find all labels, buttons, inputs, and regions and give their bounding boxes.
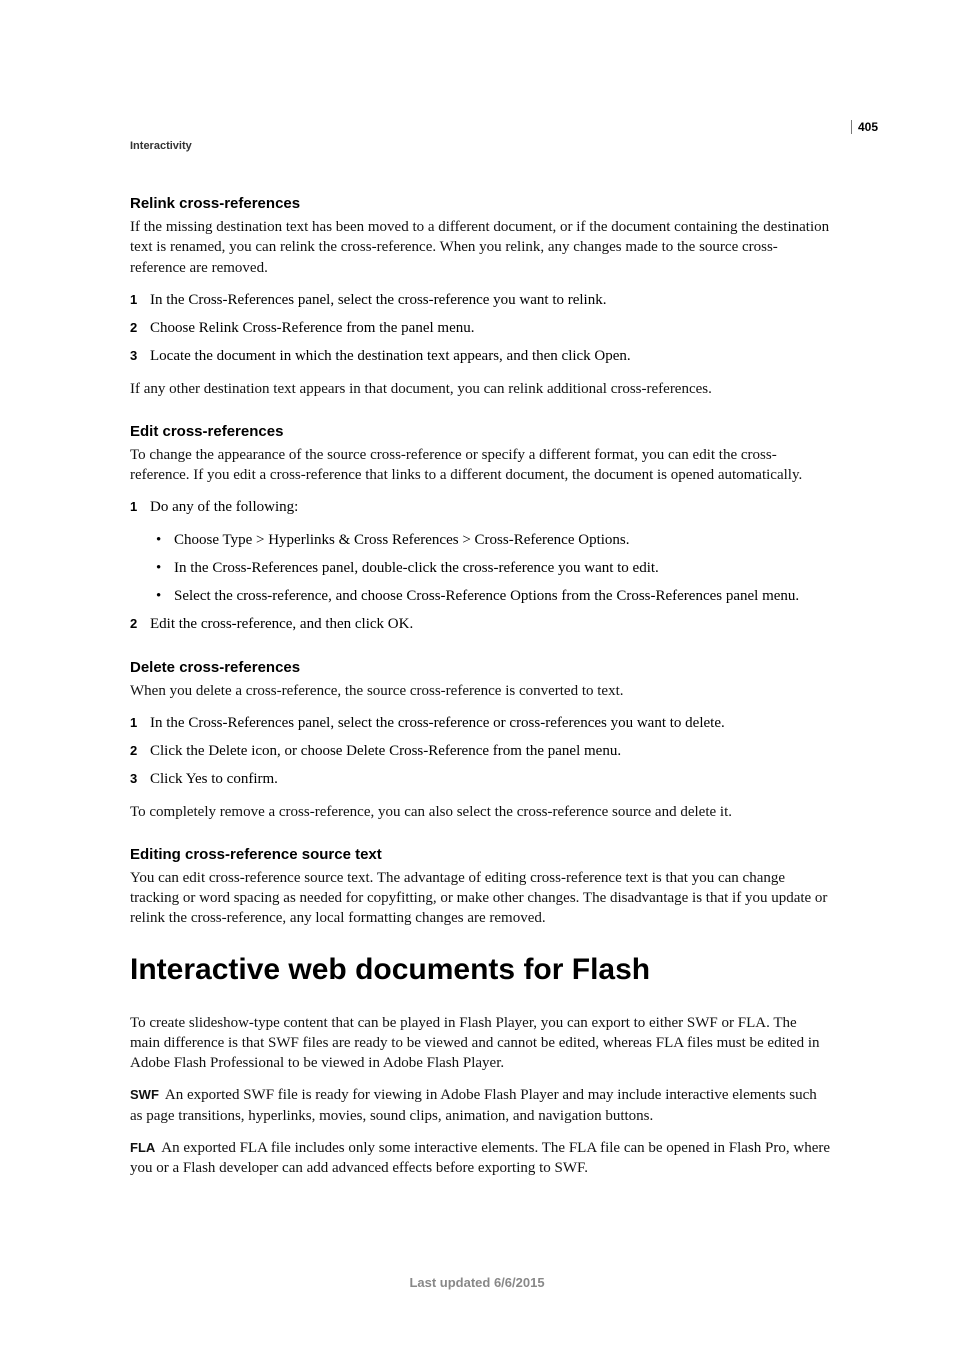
step-num: 1 (130, 497, 150, 516)
step-item: 1In the Cross-References panel, select t… (130, 713, 830, 733)
step-item: 2Choose Relink Cross-Reference from the … (130, 318, 830, 338)
subhead-relink: Relink cross-references (130, 195, 830, 212)
bullet-icon: • (156, 558, 174, 578)
step-text: Choose Relink Cross-Reference from the p… (150, 318, 475, 338)
fla-text: An exported FLA file includes only some … (130, 1140, 830, 1176)
step-item: 2Click the Delete icon, or choose Delete… (130, 741, 830, 761)
para-swf: SWFAn exported SWF file is ready for vie… (130, 1085, 830, 1126)
sub-text: In the Cross-References panel, double-cl… (174, 558, 659, 578)
section-source-text: Editing cross-reference source text You … (130, 846, 830, 929)
step-num: 2 (130, 741, 150, 760)
para: To completely remove a cross-reference, … (130, 802, 830, 822)
para-fla: FLAAn exported FLA file includes only so… (130, 1138, 830, 1179)
para: To create slideshow-type content that ca… (130, 1013, 830, 1074)
steps-list: 1In the Cross-References panel, select t… (130, 713, 830, 790)
runin-swf: SWF (130, 1087, 159, 1102)
steps-list: 2Edit the cross-reference, and then clic… (130, 614, 830, 634)
sub-text: Choose Type > Hyperlinks & Cross Referen… (174, 530, 630, 550)
section-edit: Edit cross-references To change the appe… (130, 423, 830, 635)
bullet-icon: • (156, 586, 174, 606)
step-num: 2 (130, 614, 150, 633)
running-header: Interactivity (130, 140, 192, 152)
step-item: 1In the Cross-References panel, select t… (130, 290, 830, 310)
step-item: 3Click Yes to confirm. (130, 769, 830, 789)
para: To change the appearance of the source c… (130, 445, 830, 486)
subhead-delete: Delete cross-references (130, 659, 830, 676)
section-relink: Relink cross-references If the missing d… (130, 195, 830, 399)
steps-list: 1Do any of the following: (130, 497, 830, 517)
step-text: Locate the document in which the destina… (150, 346, 631, 366)
step-item: 1Do any of the following: (130, 497, 830, 517)
para: When you delete a cross-reference, the s… (130, 681, 830, 701)
sub-bullet-list: •Choose Type > Hyperlinks & Cross Refere… (156, 530, 830, 607)
sub-item: •Select the cross-reference, and choose … (156, 586, 830, 606)
step-num: 2 (130, 318, 150, 337)
step-text: Edit the cross-reference, and then click… (150, 614, 413, 634)
runin-fla: FLA (130, 1140, 155, 1155)
step-text: Do any of the following: (150, 497, 298, 517)
content-area: Relink cross-references If the missing d… (130, 195, 830, 1190)
footer-updated: Last updated 6/6/2015 (0, 1275, 954, 1290)
step-text: In the Cross-References panel, select th… (150, 713, 725, 733)
step-item: 3Locate the document in which the destin… (130, 346, 830, 366)
step-num: 1 (130, 290, 150, 309)
step-item: 2Edit the cross-reference, and then clic… (130, 614, 830, 634)
step-num: 3 (130, 346, 150, 365)
section-delete: Delete cross-references When you delete … (130, 659, 830, 822)
step-num: 3 (130, 769, 150, 788)
heading-flash: Interactive web documents for Flash (130, 953, 830, 987)
para: If the missing destination text has been… (130, 217, 830, 278)
step-num: 1 (130, 713, 150, 732)
subhead-source-text: Editing cross-reference source text (130, 846, 830, 863)
bullet-icon: • (156, 530, 174, 550)
sub-text: Select the cross-reference, and choose C… (174, 586, 799, 606)
sub-item: •Choose Type > Hyperlinks & Cross Refere… (156, 530, 830, 550)
step-text: In the Cross-References panel, select th… (150, 290, 606, 310)
subhead-edit: Edit cross-references (130, 423, 830, 440)
para: If any other destination text appears in… (130, 379, 830, 399)
sub-item: •In the Cross-References panel, double-c… (156, 558, 830, 578)
step-text: Click Yes to confirm. (150, 769, 278, 789)
swf-text: An exported SWF file is ready for viewin… (130, 1087, 817, 1123)
step-text: Click the Delete icon, or choose Delete … (150, 741, 621, 761)
page-number: 405 (851, 120, 878, 134)
steps-list: 1In the Cross-References panel, select t… (130, 290, 830, 367)
para: You can edit cross-reference source text… (130, 868, 830, 929)
page: 405 Interactivity Relink cross-reference… (0, 0, 954, 1350)
